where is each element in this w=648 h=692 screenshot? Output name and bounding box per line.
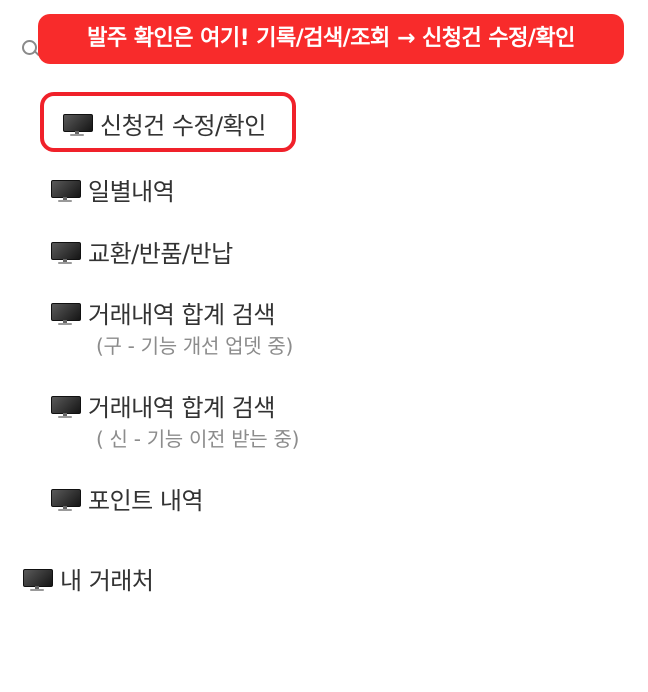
monitor-icon bbox=[50, 301, 81, 325]
search-icon bbox=[22, 40, 40, 57]
highlight-box bbox=[40, 92, 296, 152]
menu-section-label: 내 거래처 bbox=[60, 567, 154, 595]
menu-section-my-clients[interactable]: 내 거래처 bbox=[22, 561, 154, 596]
notice-banner: 발주 확인은 여기! 기록/검색/조회 → 신청건 수정/확인 bbox=[38, 14, 624, 64]
menu-item-exchange[interactable]: 교환/반품/반납 bbox=[50, 234, 233, 269]
menu-item-total-search-new[interactable]: 거래내역 합계 검색 bbox=[50, 388, 275, 423]
menu-item-daily[interactable]: 일별내역 bbox=[50, 172, 175, 207]
monitor-icon bbox=[22, 567, 53, 591]
menu-item-label: 포인트 내역 bbox=[88, 487, 204, 515]
menu-item-sublabel: (구 - 기능 개선 업뎃 중) bbox=[96, 334, 294, 358]
monitor-icon bbox=[50, 240, 81, 264]
menu-item-sublabel: ( 신 - 기능 이전 받는 중) bbox=[96, 427, 300, 451]
menu-item-label: 일별내역 bbox=[88, 178, 175, 206]
menu-item-label: 거래내역 합계 검색 bbox=[88, 301, 275, 329]
monitor-icon bbox=[50, 487, 81, 511]
menu-item-label: 교환/반품/반납 bbox=[88, 240, 233, 268]
monitor-icon bbox=[50, 394, 81, 418]
menu-item-total-search-old[interactable]: 거래내역 합계 검색 bbox=[50, 295, 275, 330]
menu-item-label: 거래내역 합계 검색 bbox=[88, 394, 275, 422]
monitor-icon bbox=[50, 178, 81, 202]
menu-item-points[interactable]: 포인트 내역 bbox=[50, 481, 204, 516]
